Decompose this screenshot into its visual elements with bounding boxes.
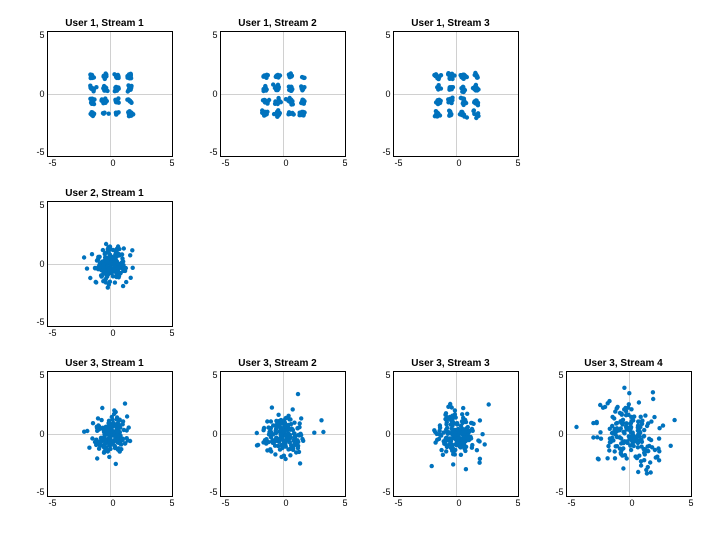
y-tick: 0 bbox=[39, 90, 44, 99]
x-axis: -5 0 5 bbox=[49, 327, 175, 338]
x-tick: 0 bbox=[456, 158, 461, 168]
chart-2: User 1, Stream 3 5 0 -5 -5 0 5 bbox=[370, 18, 531, 184]
y-tick: -5 bbox=[36, 148, 44, 157]
plot-area bbox=[47, 31, 173, 157]
y-tick: -5 bbox=[36, 318, 44, 327]
scatter-points bbox=[567, 372, 693, 498]
y-tick: 0 bbox=[558, 430, 563, 439]
y-axis: 5 0 -5 bbox=[209, 371, 219, 497]
y-tick: 5 bbox=[385, 371, 390, 380]
x-tick: 5 bbox=[515, 158, 520, 168]
y-tick: -5 bbox=[382, 148, 390, 157]
x-tick: 0 bbox=[110, 328, 115, 338]
y-tick: 5 bbox=[39, 31, 44, 40]
y-tick: 0 bbox=[385, 90, 390, 99]
chart-title: User 2, Stream 1 bbox=[65, 188, 143, 199]
chart-title: User 3, Stream 2 bbox=[238, 358, 316, 369]
y-tick: 0 bbox=[212, 430, 217, 439]
plot-area bbox=[393, 31, 519, 157]
x-tick: 0 bbox=[283, 498, 288, 508]
y-tick: -5 bbox=[555, 488, 563, 497]
plot-area bbox=[220, 31, 346, 157]
scatter-points bbox=[48, 32, 174, 158]
plot-area bbox=[220, 371, 346, 497]
x-axis: -5 0 5 bbox=[222, 497, 348, 508]
y-tick: -5 bbox=[382, 488, 390, 497]
x-axis: -5 0 5 bbox=[568, 497, 694, 508]
y-tick: 0 bbox=[385, 430, 390, 439]
x-tick: -5 bbox=[49, 328, 57, 338]
x-axis: -5 0 5 bbox=[395, 157, 521, 168]
scatter-points bbox=[48, 202, 174, 328]
chart-title: User 1, Stream 3 bbox=[411, 18, 489, 29]
y-tick: -5 bbox=[209, 488, 217, 497]
x-tick: 0 bbox=[283, 158, 288, 168]
x-tick: -5 bbox=[395, 158, 403, 168]
y-axis: 5 0 -5 bbox=[555, 371, 565, 497]
y-axis: 5 0 -5 bbox=[36, 201, 46, 327]
x-tick: 0 bbox=[456, 498, 461, 508]
scatter-points bbox=[394, 372, 520, 498]
x-axis: -5 0 5 bbox=[49, 497, 175, 508]
chart-0: User 1, Stream 1 5 0 -5 -5 0 5 bbox=[24, 18, 185, 184]
x-tick: 5 bbox=[342, 498, 347, 508]
x-tick: -5 bbox=[49, 158, 57, 168]
scatter-points bbox=[221, 372, 347, 498]
y-axis: 5 0 -5 bbox=[382, 31, 392, 157]
x-tick: -5 bbox=[49, 498, 57, 508]
plot-area bbox=[393, 371, 519, 497]
scatter-points bbox=[48, 372, 174, 498]
chart-title: User 3, Stream 3 bbox=[411, 358, 489, 369]
plot-area bbox=[566, 371, 692, 497]
chart-3: User 2, Stream 1 5 0 -5 -5 0 5 bbox=[24, 188, 185, 354]
y-tick: -5 bbox=[209, 148, 217, 157]
scatter-points bbox=[394, 32, 520, 158]
chart-4: User 3, Stream 1 5 0 -5 -5 0 5 bbox=[24, 358, 185, 524]
y-tick: -5 bbox=[36, 488, 44, 497]
y-tick: 5 bbox=[385, 31, 390, 40]
y-tick: 0 bbox=[212, 90, 217, 99]
x-axis: -5 0 5 bbox=[395, 497, 521, 508]
chart-5: User 3, Stream 2 5 0 -5 -5 0 5 bbox=[197, 358, 358, 524]
chart-title: User 1, Stream 1 bbox=[65, 18, 143, 29]
y-tick: 5 bbox=[39, 371, 44, 380]
x-tick: -5 bbox=[395, 498, 403, 508]
y-axis: 5 0 -5 bbox=[36, 371, 46, 497]
x-tick: 5 bbox=[169, 158, 174, 168]
chart-title: User 3, Stream 1 bbox=[65, 358, 143, 369]
constellation-grid: User 1, Stream 150-5-505User 1, Stream 2… bbox=[0, 0, 728, 546]
x-tick: 0 bbox=[629, 498, 634, 508]
y-tick: 5 bbox=[39, 201, 44, 210]
chart-title: User 1, Stream 2 bbox=[238, 18, 316, 29]
x-axis: -5 0 5 bbox=[222, 157, 348, 168]
y-tick: 0 bbox=[39, 430, 44, 439]
y-axis: 5 0 -5 bbox=[382, 371, 392, 497]
y-axis: 5 0 -5 bbox=[36, 31, 46, 157]
x-tick: 5 bbox=[688, 498, 693, 508]
x-tick: 5 bbox=[342, 158, 347, 168]
chart-6: User 3, Stream 3 5 0 -5 -5 0 5 bbox=[370, 358, 531, 524]
plot-area bbox=[47, 201, 173, 327]
x-tick: 5 bbox=[169, 328, 174, 338]
x-axis: -5 0 5 bbox=[49, 157, 175, 168]
chart-title: User 3, Stream 4 bbox=[584, 358, 662, 369]
y-tick: 5 bbox=[212, 31, 217, 40]
chart-1: User 1, Stream 2 5 0 -5 -5 0 5 bbox=[197, 18, 358, 184]
y-tick: 5 bbox=[212, 371, 217, 380]
x-tick: -5 bbox=[222, 498, 230, 508]
y-axis: 5 0 -5 bbox=[209, 31, 219, 157]
scatter-points bbox=[221, 32, 347, 158]
y-tick: 0 bbox=[39, 260, 44, 269]
x-tick: 0 bbox=[110, 158, 115, 168]
x-tick: 0 bbox=[110, 498, 115, 508]
x-tick: -5 bbox=[222, 158, 230, 168]
plot-area bbox=[47, 371, 173, 497]
x-tick: 5 bbox=[515, 498, 520, 508]
x-tick: 5 bbox=[169, 498, 174, 508]
y-tick: 5 bbox=[558, 371, 563, 380]
x-tick: -5 bbox=[568, 498, 576, 508]
chart-7: User 3, Stream 4 5 0 -5 -5 0 5 bbox=[543, 358, 704, 524]
